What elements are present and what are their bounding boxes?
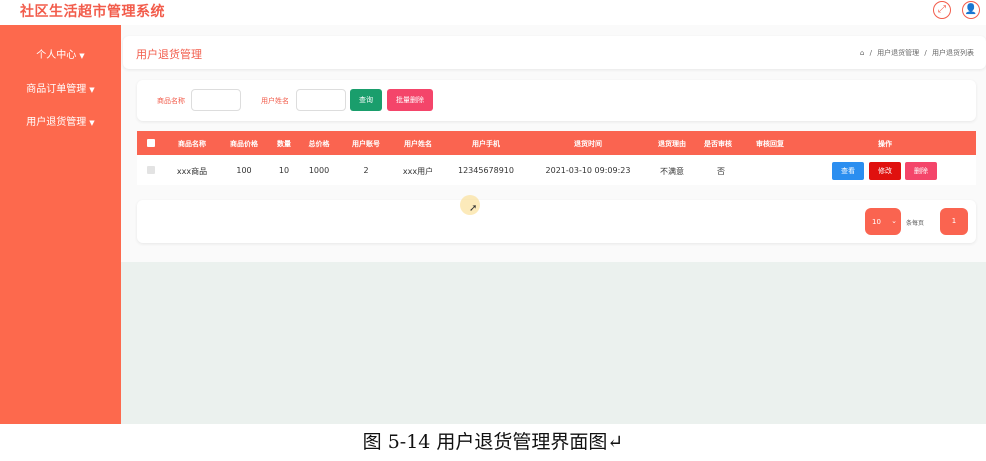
top-bar: 社区生活超市管理系统 ⤢ 👤 — [0, 0, 986, 25]
cell-phone: 12345678910 — [458, 166, 514, 175]
cell-user-name: xxx用户 — [402, 167, 434, 176]
column-header[interactable]: 用户手机 — [472, 139, 500, 149]
sidebar-item-label: 用户退货管理 — [26, 117, 87, 128]
cell-return-time: 2021-03-10 09:09:23 — [545, 166, 631, 175]
page-size-select[interactable]: 10 ⌄ — [865, 208, 901, 235]
column-header[interactable]: 商品名称 — [178, 139, 206, 149]
user-name-input[interactable] — [296, 89, 346, 111]
table-header: 商品名称 商品价格 数量 总价格 用户账号 用户姓名 用户手机 退货时间 退货理… — [137, 131, 976, 155]
per-page-label: 条每页 — [906, 220, 925, 227]
breadcrumb-item: 用户退货列表 — [932, 49, 974, 57]
row-checkbox[interactable] — [147, 166, 155, 174]
column-header[interactable]: 商品价格 — [230, 139, 258, 149]
mouse-pointer-icon: ➚ — [469, 203, 478, 214]
sidebar: 个人中心 ▼ 商品订单管理 ▼ 用户退货管理 ▼ — [0, 25, 121, 424]
product-name-label: 商品名称 — [157, 97, 185, 105]
column-header: 审核回复 — [756, 140, 784, 148]
cell-reason: 不满意 — [660, 167, 684, 176]
edit-button[interactable]: 修改 — [869, 162, 901, 180]
column-header[interactable]: 总价格 — [309, 139, 330, 149]
page-title: 用户退货管理 — [136, 48, 202, 61]
user-icon[interactable]: 👤 — [962, 1, 980, 19]
column-header: 退货理由 — [658, 140, 686, 148]
cell-account: 2 — [363, 166, 369, 175]
column-header: 操作 — [878, 140, 892, 148]
cell-total: 1000 — [308, 166, 330, 175]
column-header[interactable]: 是否审核 — [704, 139, 732, 149]
sidebar-item-label: 个人中心 — [36, 50, 77, 61]
home-icon[interactable]: ⌂ — [860, 49, 864, 57]
select-all-checkbox[interactable] — [147, 139, 155, 147]
breadcrumb: ⌂ / 用户退货管理 / 用户退货列表 — [859, 49, 974, 57]
cell-quantity: 10 — [278, 166, 290, 175]
expand-icon[interactable]: ⤢ — [933, 1, 951, 19]
column-header[interactable]: 数量 — [277, 139, 291, 149]
search-card: 商品名称 用户姓名 查询 批量删除 — [137, 80, 976, 121]
sidebar-item-user-returns[interactable]: 用户退货管理 ▼ — [0, 113, 121, 128]
figure-caption: 图 5-14 用户退货管理界面图↵ — [0, 424, 986, 461]
current-page-button[interactable]: 1 — [940, 208, 968, 235]
app-title: 社区生活超市管理系统 — [20, 4, 165, 20]
column-header[interactable]: 用户姓名 — [404, 139, 432, 149]
caret-down-icon: ▼ — [89, 86, 95, 94]
view-button[interactable]: 查看 — [832, 162, 864, 180]
cell-price: 100 — [236, 166, 252, 175]
sidebar-item-personal-center[interactable]: 个人中心 ▼ — [0, 46, 121, 61]
table-row: xxx商品 100 10 1000 2 xxx用户 12345678910 20… — [137, 155, 976, 185]
header-card: 用户退货管理 ⌂ / 用户退货管理 / 用户退货列表 — [123, 36, 986, 69]
cell-audited: 否 — [717, 167, 725, 176]
page-size-value: 10 — [872, 218, 881, 226]
caret-down-icon: ▼ — [89, 119, 95, 127]
query-button[interactable]: 查询 — [350, 89, 382, 111]
cell-product: xxx商品 — [176, 167, 208, 176]
product-name-input[interactable] — [191, 89, 241, 111]
chevron-down-icon: ⌄ — [891, 217, 897, 225]
breadcrumb-item[interactable]: 用户退货管理 — [877, 49, 919, 57]
batch-delete-button[interactable]: 批量删除 — [387, 89, 433, 111]
column-header[interactable]: 用户账号 — [352, 139, 380, 149]
column-header[interactable]: 退货时间 — [574, 139, 602, 149]
sidebar-item-label: 商品订单管理 — [26, 84, 87, 95]
pagination-card: 10 ⌄ 条每页 1 — [137, 200, 976, 243]
sidebar-item-product-orders[interactable]: 商品订单管理 ▼ — [0, 80, 121, 95]
user-name-label: 用户姓名 — [261, 97, 289, 105]
caret-down-icon: ▼ — [79, 52, 85, 60]
delete-button[interactable]: 删除 — [905, 162, 937, 180]
